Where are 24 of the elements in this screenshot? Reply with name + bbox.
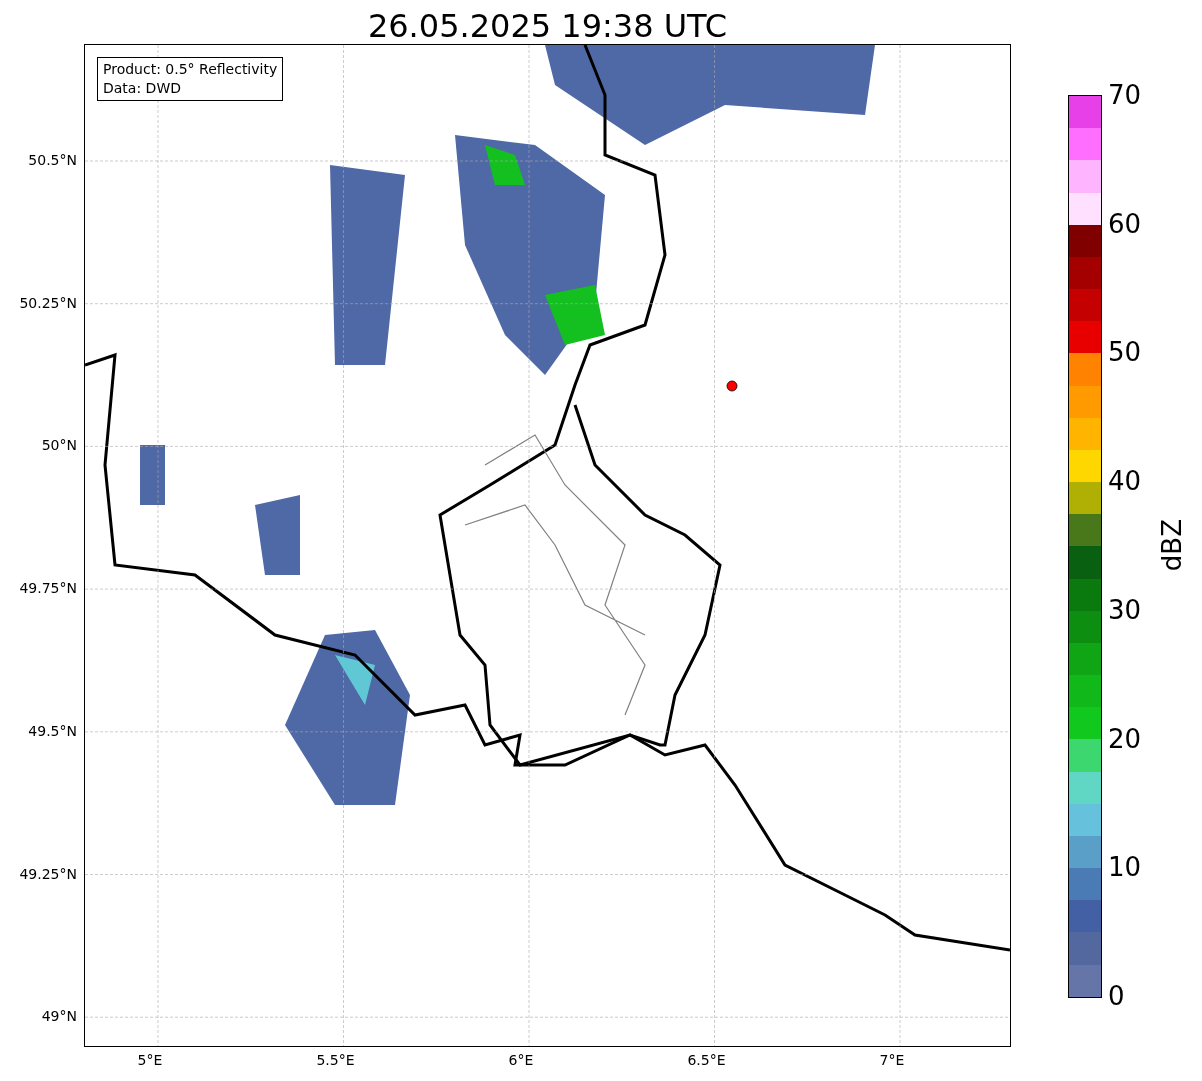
legend-text: Product: 0.5° Reflectivity	[103, 60, 278, 79]
colorbar-label: dBZ	[1157, 519, 1187, 572]
tick-label: 20	[1108, 723, 1142, 754]
tick-label: 60	[1108, 208, 1142, 239]
legend-text: Data: DWD	[103, 79, 182, 98]
tick-label: 5°E	[137, 1052, 163, 1068]
tick-label: 49.25°N	[19, 865, 77, 882]
tick-label: 30	[1108, 594, 1142, 625]
chart-title: 26.05.2025 19:38 UTC	[366, 6, 729, 45]
tick-label: 50.25°N	[19, 294, 77, 311]
tick-label: 6.5°E	[687, 1052, 726, 1068]
tick-label: 0	[1108, 981, 1125, 1011]
tick-label: 70	[1108, 80, 1142, 110]
tick-label: 49°N	[41, 1008, 77, 1025]
tick-label: 10	[1108, 852, 1142, 883]
tick-label: 50	[1108, 337, 1142, 368]
tick-label: 6°E	[508, 1052, 534, 1068]
tick-label: 50°N	[41, 437, 77, 454]
tick-label: 40	[1108, 466, 1142, 497]
tick-label: 49.5°N	[28, 722, 77, 739]
tick-label: 7°E	[879, 1052, 905, 1068]
tick-label: 50.5°N	[28, 152, 77, 168]
tick-label: 5.5°E	[316, 1052, 355, 1068]
tick-label: 49.75°N	[19, 580, 77, 597]
